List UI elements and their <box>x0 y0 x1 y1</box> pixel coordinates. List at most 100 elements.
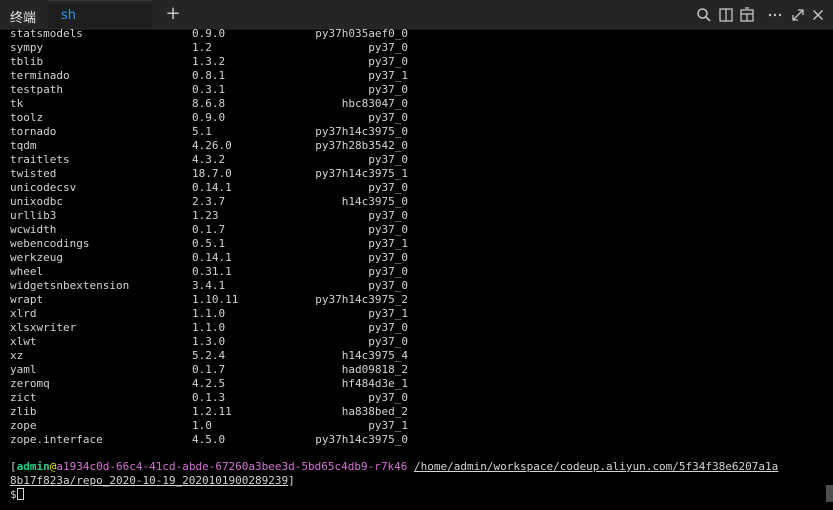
package-build: py37_0 <box>368 279 408 292</box>
package-name: xlsxwriter <box>10 321 77 334</box>
search-icon[interactable] <box>695 6 713 24</box>
package-row: werkzeug 0.14.1 py37_0 <box>0 251 826 265</box>
package-row: tornado 5.1 py37h14c3975_0 <box>0 125 826 139</box>
package-name: tornado <box>10 125 57 138</box>
package-build: had09818_2 <box>341 363 408 376</box>
package-build: py37_0 <box>368 55 408 68</box>
package-version: 1.0 <box>192 419 212 432</box>
package-name: zeromq <box>10 377 50 390</box>
prompt-path-continued[interactable]: 8b17f823a/repo_2020-10-19_20201019002892… <box>10 474 288 487</box>
package-row: zict 0.1.3 py37_0 <box>0 391 826 405</box>
package-row: yaml 0.1.7 had09818_2 <box>0 363 826 377</box>
package-version: 3.4.1 <box>192 279 226 292</box>
package-row: terminado 0.8.1 py37_1 <box>0 69 826 83</box>
package-build: py37_0 <box>368 265 408 278</box>
package-name: xlrd <box>10 307 37 320</box>
package-row: zlib 1.2.11 ha838bed_2 <box>0 405 826 419</box>
package-row: zope.interface 4.5.0 py37h14c3975_0 <box>0 433 826 447</box>
package-build: py37h14c3975_0 <box>315 433 408 446</box>
terminal-cursor <box>16 488 24 500</box>
package-row: xlwt 1.3.0 py37_0 <box>0 335 826 349</box>
package-build: py37_1 <box>368 307 408 320</box>
package-build: py37_0 <box>368 83 408 96</box>
package-version: 4.3.2 <box>192 153 226 166</box>
tab-divider <box>48 0 152 1</box>
package-version: 0.1.3 <box>192 391 226 404</box>
package-name: xz <box>10 349 24 362</box>
package-version: 4.2.5 <box>192 377 226 390</box>
package-row: wheel 0.31.1 py37_0 <box>0 265 826 279</box>
terminal-scrollbar[interactable] <box>826 30 833 510</box>
package-version: 0.9.0 <box>192 27 226 40</box>
package-row: wcwidth 0.1.7 py37_0 <box>0 223 826 237</box>
package-row: testpath 0.3.1 py37_0 <box>0 83 826 97</box>
package-name: sympy <box>10 41 44 54</box>
package-version: 0.1.7 <box>192 223 226 236</box>
package-build: py37_0 <box>368 335 408 348</box>
package-build: hf484d3e_1 <box>341 377 408 390</box>
layout-icon[interactable] <box>738 6 756 24</box>
package-build: py37h14c3975_1 <box>315 167 408 180</box>
package-build: py37_0 <box>368 111 408 124</box>
package-build: py37_0 <box>368 181 408 194</box>
package-name: webencodings <box>10 237 90 250</box>
package-version: 5.2.4 <box>192 349 226 362</box>
tab-sh[interactable]: sh <box>48 4 152 28</box>
package-name: twisted <box>10 167 57 180</box>
split-view-icon[interactable] <box>717 6 735 24</box>
package-row: xlsxwriter 1.1.0 py37_0 <box>0 321 826 335</box>
package-name: zlib <box>10 405 37 418</box>
package-version: 1.2 <box>192 41 212 54</box>
package-name: tblib <box>10 55 44 68</box>
add-tab-button[interactable]: + <box>163 3 183 25</box>
more-icon[interactable] <box>766 6 784 24</box>
package-version: 0.9.0 <box>192 111 226 124</box>
package-name: wcwidth <box>10 223 57 236</box>
package-row: toolz 0.9.0 py37_0 <box>0 111 826 125</box>
close-icon[interactable] <box>809 6 827 24</box>
prompt-close-bracket: ] <box>288 474 295 487</box>
package-row: unixodbc 2.3.7 h14c3975_0 <box>0 195 826 209</box>
package-name: tqdm <box>10 139 37 152</box>
package-name: unixodbc <box>10 195 63 208</box>
package-build: py37_1 <box>368 69 408 82</box>
package-version: 1.3.0 <box>192 335 226 348</box>
package-row: tblib 1.3.2 py37_0 <box>0 55 826 69</box>
package-version: 4.5.0 <box>192 433 226 446</box>
prompt-user: admin <box>16 460 50 473</box>
scrollbar-thumb[interactable] <box>826 485 833 502</box>
package-version: 1.1.0 <box>192 307 226 320</box>
package-name: testpath <box>10 83 63 96</box>
package-name: zope <box>10 419 37 432</box>
package-name: statsmodels <box>10 27 83 40</box>
package-build: py37h14c3975_0 <box>315 125 408 138</box>
package-build: py37h035aef0_0 <box>315 27 408 40</box>
package-row: zope 1.0 py37_1 <box>0 419 826 433</box>
prompt-open-bracket: [ <box>10 460 17 473</box>
prompt-path[interactable]: /home/admin/workspace/codeup.aliyun.com/… <box>414 460 778 473</box>
tab-label: sh <box>61 8 77 23</box>
package-version: 1.3.2 <box>192 55 226 68</box>
package-name: xlwt <box>10 335 37 348</box>
package-name: zict <box>10 391 37 404</box>
package-row: wrapt 1.10.11 py37h14c3975_2 <box>0 293 826 307</box>
package-version: 5.1 <box>192 125 212 138</box>
package-build: py37_0 <box>368 209 408 222</box>
package-row: widgetsnbextension 3.4.1 py37_0 <box>0 279 826 293</box>
package-name: urllib3 <box>10 209 57 222</box>
expand-icon[interactable] <box>789 6 807 24</box>
package-row: zeromq 4.2.5 hf484d3e_1 <box>0 377 826 391</box>
package-build: py37_1 <box>368 237 408 250</box>
package-build: py37_1 <box>368 419 408 432</box>
prompt-host: a1934c0d-66c4-41cd-abde-67260a3bee3d-5bd… <box>56 460 408 473</box>
package-row: urllib3 1.23 py37_0 <box>0 209 826 223</box>
package-name: zope.interface <box>10 433 103 446</box>
package-version: 1.10.11 <box>192 293 239 306</box>
package-name: wheel <box>10 265 44 278</box>
package-version: 1.2.11 <box>192 405 232 418</box>
package-name: widgetsnbextension <box>10 279 130 292</box>
terminal-output[interactable]: zope.interface 4.5.0 py37h14c3975_0 zope 1.0… <box>0 27 826 510</box>
package-row: statsmodels 0.9.0 py37h035aef0_0 <box>0 27 826 41</box>
package-row: traitlets 4.3.2 py37_0 <box>0 153 826 167</box>
